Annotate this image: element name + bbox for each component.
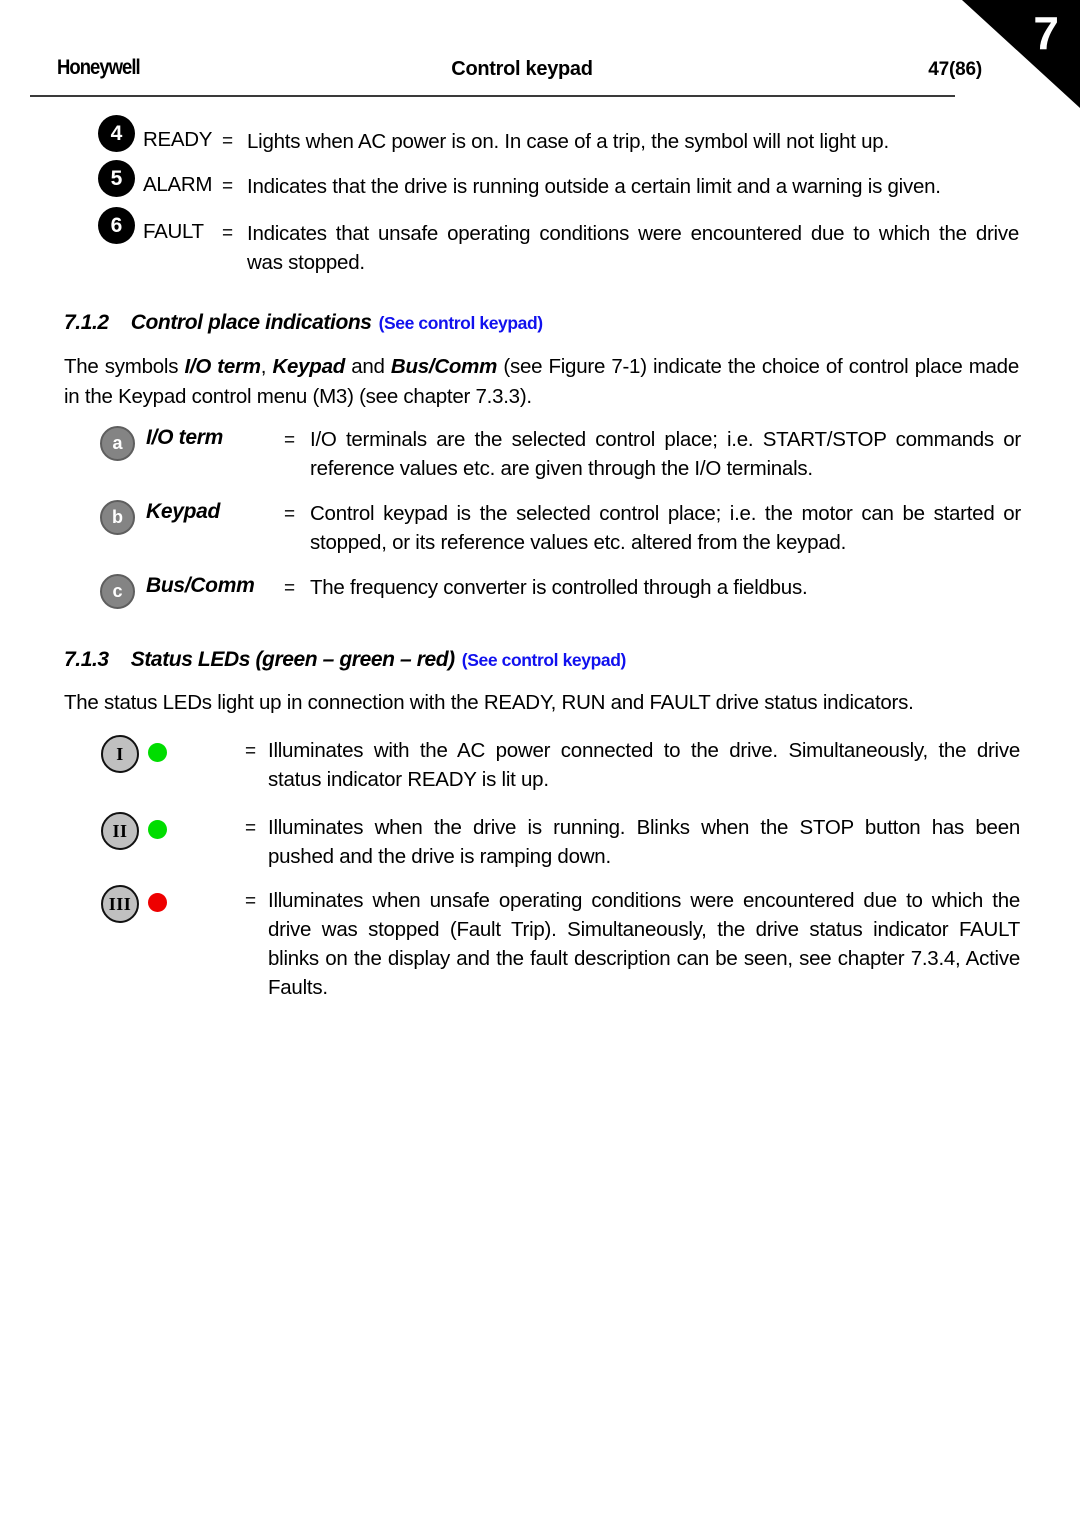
- heading-number: 7.1.2: [64, 311, 109, 334]
- see-control-keypad-link[interactable]: (See control keypad): [379, 313, 544, 333]
- badge-roman-ii: II: [101, 812, 139, 850]
- intro-text-3: and: [345, 355, 391, 378]
- badge-c: c: [100, 574, 135, 609]
- badge-roman-iii: III: [101, 885, 139, 923]
- equals-sign: =: [245, 891, 257, 912]
- badge-roman-i: I: [101, 735, 139, 773]
- equals-sign: =: [284, 578, 296, 599]
- equals-sign: =: [245, 818, 257, 839]
- page-number: 47(86): [928, 59, 982, 80]
- page-title: Control keypad: [451, 58, 593, 80]
- label-alarm: ALARM: [143, 173, 213, 196]
- equals-sign: =: [222, 176, 234, 197]
- green-led-dot: [148, 743, 167, 762]
- intro-text-1: The symbols: [64, 355, 185, 378]
- badge-4: 4: [98, 115, 135, 152]
- equals-sign: =: [222, 131, 234, 152]
- description-io-term: I/O terminals are the selected control p…: [310, 428, 1021, 481]
- intro-emphasis-io-term: I/O term: [184, 355, 261, 378]
- header-divider: [30, 95, 955, 97]
- intro-emphasis-bus-comm: Bus/Comm: [390, 355, 498, 378]
- equals-sign: =: [222, 223, 234, 244]
- description-fault: Indicates that unsafe operating conditio…: [247, 222, 1019, 275]
- badge-b: b: [100, 500, 135, 535]
- see-control-keypad-link[interactable]: (See control keypad): [462, 650, 627, 670]
- green-led-dot: [148, 820, 167, 839]
- intro-emphasis-keypad: Keypad: [272, 355, 345, 378]
- heading-text: Status LEDs (green – green – red): [130, 648, 455, 671]
- label-bus-comm: Bus/Comm: [146, 574, 255, 597]
- red-led-dot: [148, 893, 167, 912]
- label-fault: FAULT: [143, 220, 204, 243]
- badge-6: 6: [98, 207, 135, 244]
- chapter-number: 7: [1033, 7, 1059, 59]
- page-header: 7 Honeywell Control keypad 47(86): [0, 0, 1080, 108]
- equals-sign: =: [284, 504, 296, 525]
- description-ready: Lights when AC power is on. In case of a…: [247, 130, 889, 153]
- section-7-1-2-intro: The symbols I/O term, Keypad and Bus/Com…: [64, 352, 1019, 411]
- label-io-term: I/O term: [146, 426, 223, 449]
- badge-a: a: [100, 426, 135, 461]
- description-led-3: Illuminates when unsafe operating condit…: [268, 889, 1020, 1000]
- heading-number: 7.1.3: [64, 648, 109, 671]
- label-keypad: Keypad: [146, 500, 221, 523]
- description-alarm: Indicates that the drive is running outs…: [247, 175, 941, 198]
- description-keypad: Control keypad is the selected control p…: [310, 502, 1021, 555]
- label-ready: READY: [143, 128, 213, 151]
- badge-5: 5: [98, 160, 135, 197]
- heading-text: Control place indications: [130, 311, 372, 334]
- description-led-1: Illuminates with the AC power connected …: [268, 739, 1020, 792]
- heading-7-1-3: 7.1.3 Status LEDs (green – green – red) (S…: [64, 648, 626, 672]
- chapter-tab-triangle: [962, 0, 1080, 108]
- equals-sign: =: [245, 741, 257, 762]
- description-led-2: Illuminates when the drive is running. B…: [268, 816, 1020, 869]
- equals-sign: =: [284, 430, 296, 451]
- section-7-1-3-intro: The status LEDs light up in connection w…: [64, 691, 914, 714]
- heading-7-1-2: 7.1.2 Control place indications (See contr…: [64, 311, 543, 335]
- description-bus-comm: The frequency converter is controlled th…: [310, 576, 808, 599]
- intro-text-2: ,: [260, 355, 273, 378]
